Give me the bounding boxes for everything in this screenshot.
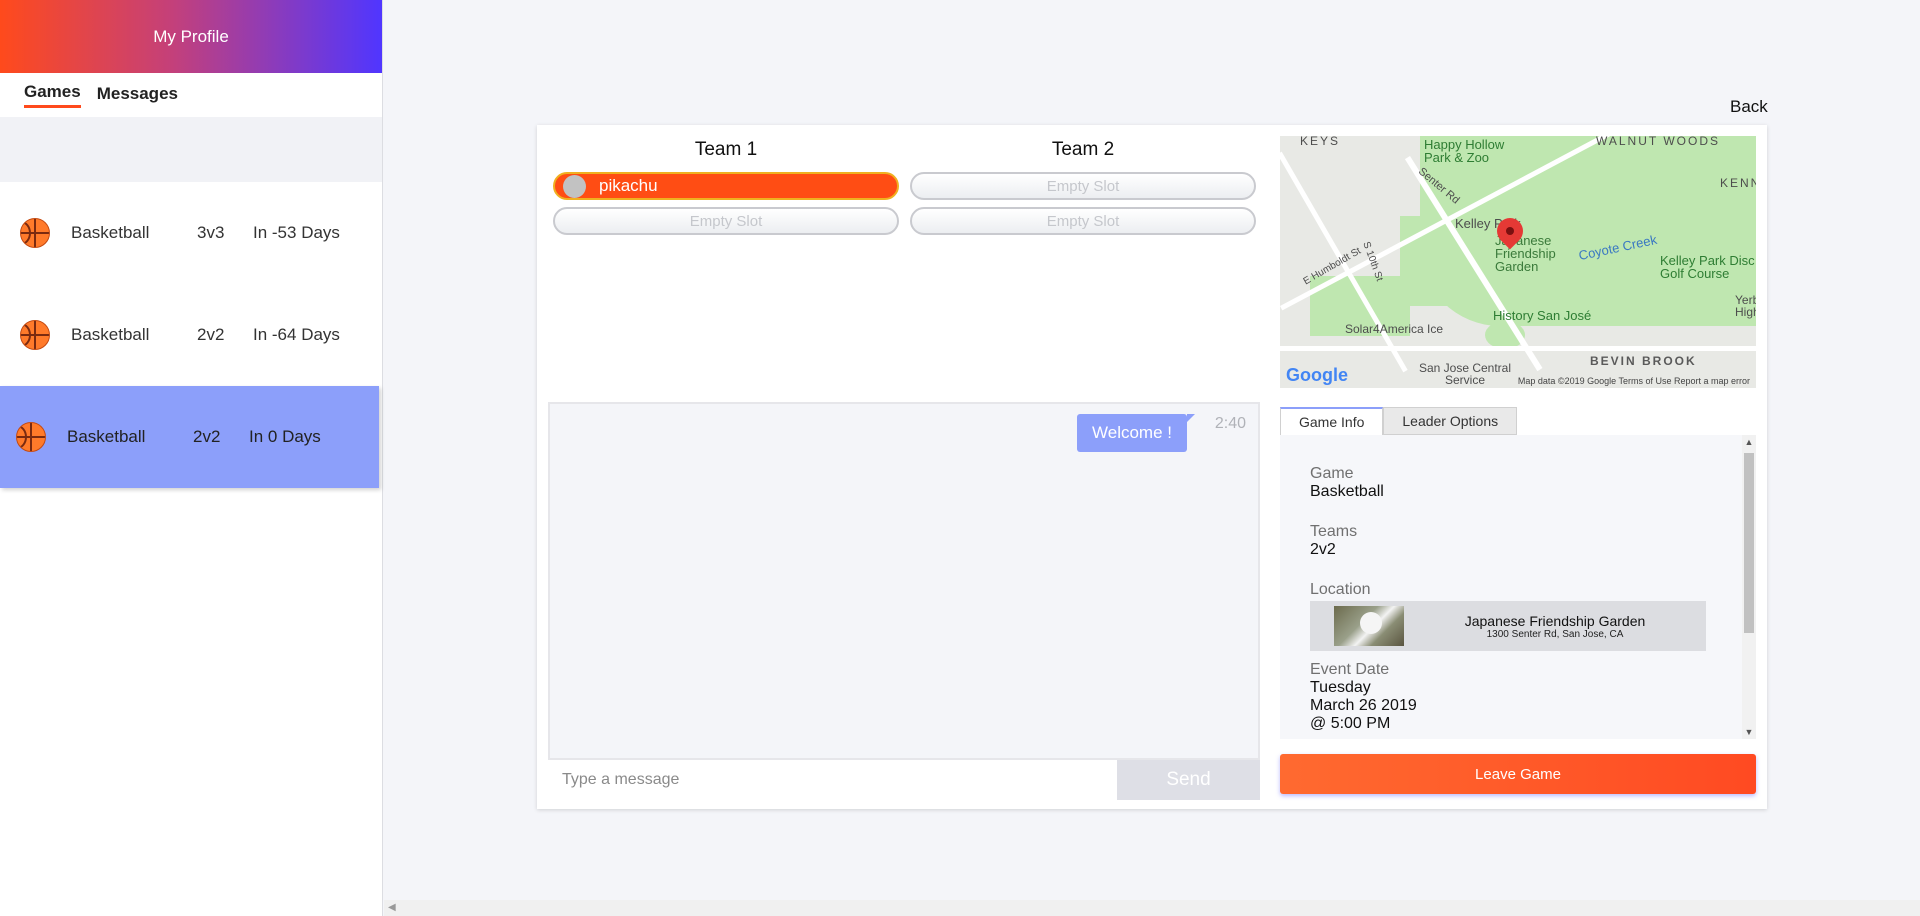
game-name: Basketball: [71, 223, 150, 242]
game-list-item[interactable]: Basketball 3v3 In -53 Days: [0, 182, 382, 284]
game-name: Basketball: [71, 325, 150, 344]
game-mode: 2v2: [193, 427, 221, 446]
map-label: Solar4America Ice: [1345, 322, 1444, 336]
chat-message-time: 2:40: [1214, 415, 1246, 432]
tab-leader-options[interactable]: Leader Options: [1383, 407, 1518, 435]
map-label: Happy Hollow Park & Zoo: [1424, 137, 1505, 165]
scroll-thumb[interactable]: [1744, 453, 1754, 633]
team-slot-empty[interactable]: Empty Slot: [910, 172, 1256, 200]
info-tabs: Game Info Leader Options: [1280, 407, 1518, 435]
game-days: In 0 Days: [249, 427, 321, 446]
basketball-icon: [20, 218, 50, 248]
team-2-column: Team 2 Empty Slot Empty Slot: [910, 139, 1256, 235]
field-label: Location: [1310, 581, 1371, 598]
sidebar-tabs: Games Messages: [0, 73, 382, 117]
scroll-left-icon[interactable]: ◀: [388, 902, 396, 913]
player-name: pikachu: [599, 176, 658, 195]
horizontal-scrollbar[interactable]: ◀: [384, 900, 1920, 916]
game-card: Team 1 pikachu Empty Slot Team 2 Empty S…: [537, 125, 1767, 809]
map-road: [1280, 346, 1756, 351]
game-name: Basketball: [67, 427, 146, 446]
tab-messages[interactable]: Messages: [97, 84, 178, 107]
basketball-icon: [20, 320, 50, 350]
tab-games[interactable]: Games: [24, 82, 81, 108]
back-link[interactable]: Back: [1730, 97, 1768, 117]
chat-message: Welcome !: [1077, 414, 1195, 452]
game-list: Basketball 3v3 In -53 Days Basketball 2v…: [0, 182, 382, 488]
team-1-column: Team 1 pikachu Empty Slot: [553, 139, 899, 235]
map-label: KEYS: [1300, 136, 1341, 148]
info-scrollbar[interactable]: ▲ ▼: [1742, 435, 1756, 739]
location-thumbnail: [1334, 606, 1404, 646]
map[interactable]: KEYS WALNUT WOODS Happy Hollow Park & Zo…: [1280, 136, 1756, 388]
sidebar-spacer: [0, 117, 382, 182]
team-slot-filled[interactable]: pikachu: [553, 172, 899, 200]
game-days: In -53 Days: [253, 223, 340, 242]
game-list-item[interactable]: Basketball 2v2 In -64 Days: [0, 284, 382, 386]
game-list-item-selected[interactable]: Basketball 2v2 In 0 Days: [0, 386, 379, 488]
field-value: Basketball: [1310, 483, 1384, 500]
map-attribution[interactable]: Map data ©2019 Google Terms of Use Repor…: [1518, 376, 1750, 386]
team-slot-empty[interactable]: Empty Slot: [553, 207, 899, 235]
location-card[interactable]: Japanese Friendship Garden 1300 Senter R…: [1310, 601, 1706, 651]
scroll-down-icon[interactable]: ▼: [1742, 725, 1756, 739]
game-mode: 2v2: [197, 325, 225, 344]
map-label: History San José: [1493, 308, 1592, 323]
event-day: Tuesday: [1310, 679, 1371, 696]
tab-game-info[interactable]: Game Info: [1280, 407, 1384, 435]
field-label: Teams: [1310, 523, 1358, 540]
event-date: March 26 2019: [1310, 697, 1417, 714]
map-label: BEVIN BROOK: [1590, 354, 1697, 368]
team-slot-empty[interactable]: Empty Slot: [910, 207, 1256, 235]
map-label: WALNUT WOODS: [1596, 136, 1721, 148]
field-label: Game: [1310, 465, 1354, 482]
location-text: Japanese Friendship Garden 1300 Senter R…: [1404, 613, 1706, 640]
game-info-content: Game Basketball Teams 2v2 Location Japan…: [1310, 465, 1706, 733]
chat-log[interactable]: Welcome ! 2:40: [548, 402, 1260, 760]
team-title: Team 1: [694, 139, 758, 160]
send-button[interactable]: Send: [1117, 760, 1260, 800]
map-label: KENN: [1720, 176, 1756, 190]
field-label: Event Date: [1310, 661, 1390, 678]
field-value: 2v2: [1310, 541, 1336, 558]
game-info-panel: Game Basketball Teams 2v2 Location Japan…: [1280, 435, 1756, 739]
scroll-up-icon[interactable]: ▲: [1742, 435, 1756, 449]
event-time: @ 5:00 PM: [1310, 715, 1391, 732]
game-days: In -64 Days: [253, 325, 340, 344]
map-label: Kelley Park Disc Golf Course: [1660, 253, 1755, 281]
message-input[interactable]: [548, 760, 1116, 800]
game-mode: 3v3: [197, 223, 225, 242]
team-title: Team 2: [1051, 139, 1115, 160]
my-profile-label: My Profile: [153, 26, 229, 46]
avatar: [563, 174, 586, 198]
map-label: Yerb High: [1735, 293, 1756, 319]
my-profile-header[interactable]: My Profile: [0, 0, 382, 73]
location-name: Japanese Friendship Garden: [1464, 612, 1646, 629]
chat-panel: Welcome ! 2:40 Send: [548, 402, 1260, 800]
basketball-icon: [16, 422, 46, 452]
map-label: San Jose Central Service: [1418, 361, 1512, 387]
google-logo: Google: [1286, 365, 1348, 385]
leave-game-button[interactable]: Leave Game: [1280, 754, 1756, 794]
location-address: 1300 Senter Rd, San Jose, CA: [1486, 628, 1624, 640]
sidebar: My Profile Games Messages Basketball 3v3…: [0, 0, 383, 916]
